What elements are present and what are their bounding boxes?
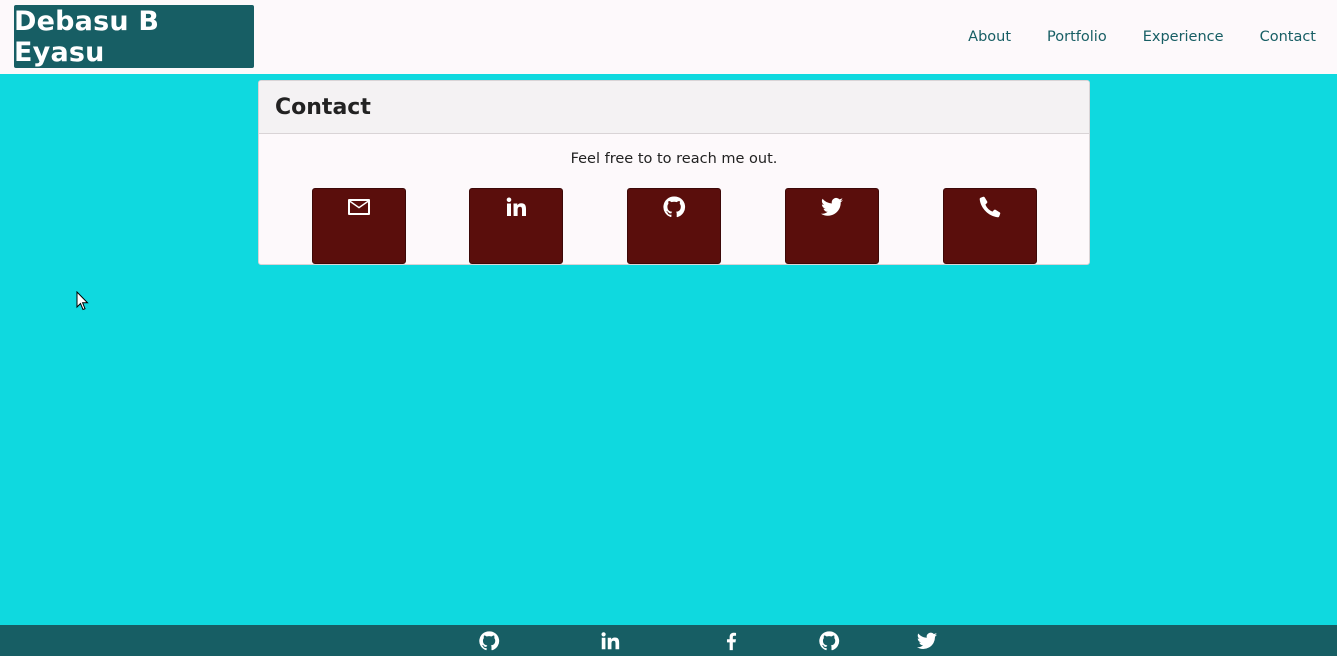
contact-card: Contact Feel free to to reach me out. [258,80,1090,265]
phone-button[interactable] [943,188,1037,264]
footer-github-icon-2[interactable] [818,630,840,652]
footer-github-icon[interactable] [478,630,500,652]
nav-link-contact[interactable]: Contact [1260,29,1316,45]
linkedin-button[interactable] [469,188,563,264]
card-title: Contact [275,94,371,120]
phone-icon [978,195,1002,263]
footer-linkedin-icon[interactable] [599,630,621,652]
github-button[interactable] [627,188,721,264]
card-text: Feel free to to reach me out. [570,151,778,167]
github-icon [662,195,686,263]
brand-logo[interactable]: Debasu B Eyasu [14,5,254,68]
mouse-cursor-icon [76,290,90,311]
nav-link-portfolio[interactable]: Portfolio [1047,29,1107,45]
twitter-icon [820,195,844,263]
envelope-icon [347,195,371,263]
card-header: Contact [259,81,1089,134]
footer [0,625,1337,656]
twitter-button[interactable] [785,188,879,264]
footer-facebook-icon[interactable] [720,630,742,652]
linkedin-icon [504,195,528,263]
nav-link-about[interactable]: About [968,29,1011,45]
navbar: Debasu B Eyasu About Portfolio Experienc… [0,0,1337,74]
email-button[interactable] [312,188,406,264]
nav-links: About Portfolio Experience Contact [932,0,1316,74]
footer-twitter-icon[interactable] [916,630,938,652]
nav-link-experience[interactable]: Experience [1143,29,1224,45]
